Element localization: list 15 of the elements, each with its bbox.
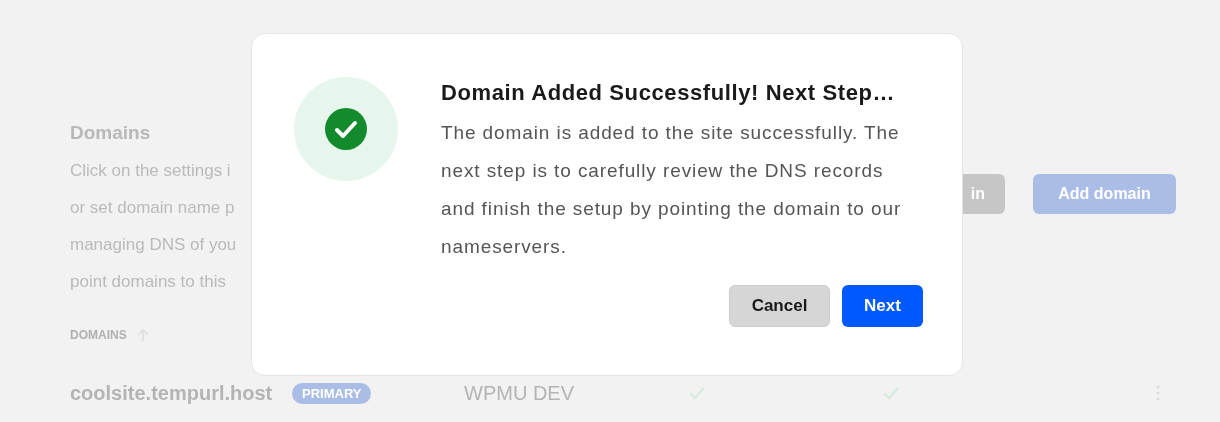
add-domain-button[interactable]: Add domain (1033, 174, 1176, 214)
domain-name: coolsite.tempurl.host (70, 381, 274, 405)
section-title: Domains (70, 122, 152, 144)
dialog-title: Domain Added Successfully! Next Step… (441, 79, 897, 107)
cancel-button[interactable]: Cancel (729, 285, 830, 327)
success-check-icon (294, 77, 398, 181)
dialog-message: The domain is added to the site successfully. The next step is to carefully review the DNS records and finish the setup by pointing the domain to our nameservers. (441, 121, 903, 259)
next-button[interactable]: Next (842, 285, 923, 327)
provider-text: WPMU DEV (464, 381, 575, 405)
primary-badge: PRIMARY (292, 382, 372, 404)
description-text: Click on the settings i (70, 160, 232, 182)
description-text: or set domain name p (70, 197, 236, 219)
description-text: managing DNS of you (70, 234, 238, 256)
column-header[interactable]: DOMAINS (70, 328, 127, 342)
description-text: point domains to this (70, 271, 227, 293)
